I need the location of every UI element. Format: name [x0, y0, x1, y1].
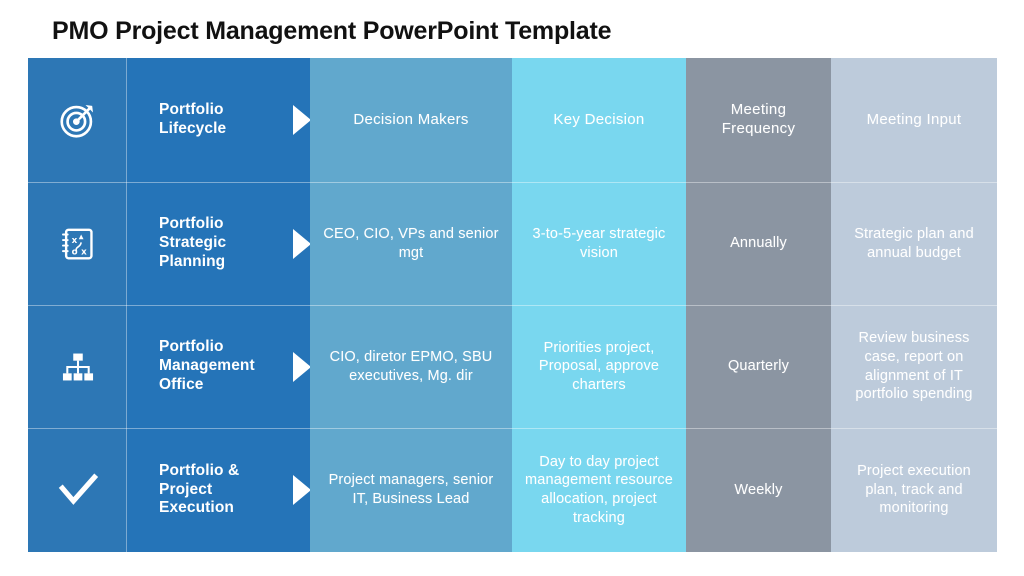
stage-label-2: Portfolio Strategic Planning: [137, 215, 300, 272]
table-row-3-meeting-frequency-text: Quarterly: [728, 358, 789, 375]
stage-label-2-line1: Portfolio: [159, 215, 224, 233]
column-header-meeting-frequency-label: Meeting Frequency: [721, 101, 796, 137]
table-row-3-meeting-frequency-cell: Quarterly: [686, 305, 831, 428]
column-header-decision-makers: Decision Makers: [310, 58, 512, 182]
table-row-4-key-decision-cell: Day to day project management resource a…: [512, 428, 686, 552]
stage-label-4-line3: Execution: [159, 499, 234, 517]
stage-label-2-line2: Strategic: [159, 234, 227, 252]
table-row-4-meeting-input-cell: Project execution plan, track and monito…: [831, 428, 997, 552]
stage-label-3-line3: Office: [159, 375, 204, 393]
pmo-matrix-table: Portfolio Lifecycle Decision Makers Key …: [28, 58, 997, 552]
arrow-right-icon-1: [293, 105, 310, 135]
stage-label-3-line1: Portfolio: [159, 338, 224, 356]
stage-label-2-line3: Planning: [159, 252, 226, 270]
svg-text:x: x: [81, 247, 87, 257]
table-row-4-meeting-frequency-cell: Weekly: [686, 428, 831, 552]
page-title: PMO Project Management PowerPoint Templa…: [52, 17, 612, 45]
stage-label-4: Portfolio & Project Execution: [137, 462, 300, 519]
stage-label-1: Portfolio Lifecycle: [137, 101, 300, 139]
column-header-meeting-frequency: Meeting Frequency: [686, 58, 831, 182]
slide-canvas: PMO Project Management PowerPoint Templa…: [0, 0, 1024, 576]
table-row-3-stage-cell: Portfolio Management Office: [127, 305, 310, 428]
table-row-3-meeting-input-text: Review business case, report on alignmen…: [855, 330, 973, 403]
stage-label-4-line2: Project: [159, 480, 213, 498]
table-row-4-stage-cell: Portfolio & Project Execution: [127, 428, 310, 552]
table-row-1-icon-cell: [28, 58, 127, 182]
column-header-meeting-input: Meeting Input: [831, 58, 997, 182]
column-header-meeting-input-label: Meeting Input: [866, 110, 962, 128]
table-row-3-meeting-input-cell: Review business case, report on alignmen…: [831, 305, 997, 428]
stage-label-1-line1: Portfolio: [159, 101, 224, 119]
table-row-3-key-decision-cell: Priorities project, Proposal, approve ch…: [512, 305, 686, 428]
stage-label-3-line2: Management: [159, 357, 255, 375]
table-row-4-icon-cell: [28, 428, 127, 552]
checkmark-icon: [55, 467, 101, 513]
table-row-4-meeting-input-text: Project execution plan, track and monito…: [857, 463, 971, 517]
stage-label-1-line2: Lifecycle: [159, 120, 227, 137]
table-row-4-meeting-frequency-text: Weekly: [734, 481, 783, 498]
table-row-2-key-decision-text: 3-to-5-year strategic vision: [532, 225, 666, 261]
stage-label-3: Portfolio Management Office: [137, 338, 300, 395]
column-header-key-decision-label: Key Decision: [553, 110, 645, 128]
arrow-right-icon-4: [293, 475, 310, 505]
table-row-4-decision-makers-text: Project managers, senior IT, Business Le…: [328, 472, 494, 507]
table-row-2-decision-makers-cell: CEO, CIO, VPs and senior mgt: [310, 182, 512, 305]
org-chart-icon: [55, 344, 101, 390]
table-row-3-decision-makers-cell: CIO, diretor EPMO, SBU executives, Mg. d…: [310, 305, 512, 428]
target-icon: [55, 97, 101, 143]
table-row-4-key-decision-text: Day to day project management resource a…: [525, 453, 673, 526]
table-row-3-key-decision-text: Priorities project, Proposal, approve ch…: [538, 339, 660, 393]
table-row-2-meeting-input-cell: Strategic plan and annual budget: [831, 182, 997, 305]
arrow-right-icon-2: [293, 228, 310, 259]
table-row-2-icon-cell: x o x: [28, 182, 127, 305]
table-row-3-icon-cell: [28, 305, 127, 428]
table-row-2-meeting-frequency-text: Annually: [730, 235, 787, 252]
table-row-1-stage-cell: Portfolio Lifecycle: [127, 58, 310, 182]
table-row-2-meeting-input-text: Strategic plan and annual budget: [854, 225, 974, 261]
table-row-2-meeting-frequency-cell: Annually: [686, 182, 831, 305]
stage-label-4-line1: Portfolio &: [159, 461, 240, 479]
table-row-3-decision-makers-text: CIO, diretor EPMO, SBU executives, Mg. d…: [329, 348, 493, 384]
svg-text:x: x: [71, 236, 77, 246]
arrow-right-icon-3: [293, 351, 310, 382]
table-row-4-decision-makers-cell: Project managers, senior IT, Business Le…: [310, 428, 512, 552]
column-header-key-decision: Key Decision: [512, 58, 686, 182]
table-row-2-decision-makers-text: CEO, CIO, VPs and senior mgt: [323, 225, 499, 261]
table-row-2-stage-cell: Portfolio Strategic Planning: [127, 182, 310, 305]
column-header-decision-makers-label: Decision Makers: [353, 110, 469, 128]
table-row-2-key-decision-cell: 3-to-5-year strategic vision: [512, 182, 686, 305]
strategy-playbook-icon: x o x: [55, 221, 101, 267]
